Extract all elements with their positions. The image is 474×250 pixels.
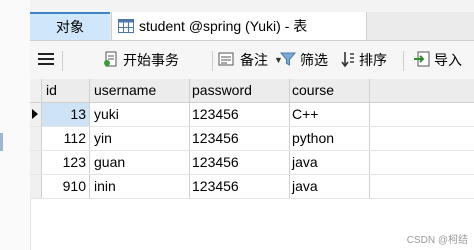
table-row[interactable]: 112 yin 123456 python	[30, 127, 474, 151]
sort-button[interactable]: 排序	[341, 41, 387, 79]
hamburger-icon	[38, 52, 54, 69]
table-grid-icon	[118, 19, 134, 33]
tab-bar: 对象 student @spring (Yuki) - 表	[30, 12, 474, 41]
column-header-password[interactable]: password	[190, 79, 290, 102]
row-indicator	[30, 175, 42, 198]
begin-transaction-button[interactable]: 开始事务	[103, 41, 179, 79]
cell-id[interactable]: 910	[42, 175, 90, 198]
cell-username[interactable]: guan	[90, 151, 190, 174]
table-header: id username password course	[30, 79, 474, 103]
cell-id[interactable]: 112	[42, 127, 90, 150]
data-grid: id username password course 13 yuki 1234…	[30, 79, 474, 199]
watermark: CSDN @柯结	[406, 235, 468, 246]
note-label: 备注	[240, 52, 268, 68]
sort-icon	[341, 51, 355, 70]
begin-transaction-label: 开始事务	[123, 52, 179, 68]
top-strip	[30, 0, 474, 12]
toolbar-divider	[403, 51, 404, 71]
cell-course[interactable]: C++	[290, 103, 370, 126]
app-window: 对象 student @spring (Yuki) - 表 开始事务 备注 ▼ …	[0, 0, 474, 250]
row-indicator	[30, 151, 42, 174]
row-indicator	[30, 103, 42, 126]
column-header-course[interactable]: course	[290, 79, 370, 102]
toolbar: 开始事务 备注 ▼ 筛选 排序 导入	[30, 41, 474, 80]
cell-username[interactable]: yuki	[90, 103, 190, 126]
table-row[interactable]: 123 guan 123456 java	[30, 151, 474, 175]
filter-icon	[279, 51, 297, 70]
column-header-id[interactable]: id	[42, 79, 90, 102]
sidebar-marker	[0, 133, 3, 151]
sort-label: 排序	[359, 52, 387, 68]
cell-course[interactable]: java	[290, 175, 370, 198]
cell-course[interactable]: java	[290, 151, 370, 174]
toolbar-divider	[212, 51, 213, 71]
cell-password[interactable]: 123456	[190, 175, 290, 198]
table-row[interactable]: 13 yuki 123456 C++	[30, 103, 474, 127]
cell-username[interactable]: yin	[90, 127, 190, 150]
import-button[interactable]: 导入	[414, 41, 462, 79]
note-icon	[218, 51, 236, 70]
cell-id[interactable]: 123	[42, 151, 90, 174]
tab-student-table[interactable]: student @spring (Yuki) - 表	[111, 12, 367, 40]
column-header-username[interactable]: username	[90, 79, 190, 102]
left-sidebar	[0, 0, 31, 250]
cell-password[interactable]: 123456	[190, 127, 290, 150]
header-indicator	[30, 79, 42, 102]
cell-password[interactable]: 123456	[190, 103, 290, 126]
import-label: 导入	[434, 52, 462, 68]
note-button[interactable]: 备注 ▼	[218, 41, 283, 79]
import-icon	[414, 51, 430, 70]
cell-course[interactable]: python	[290, 127, 370, 150]
tab-objects[interactable]: 对象	[30, 12, 110, 40]
filter-label: 筛选	[300, 52, 328, 68]
transaction-icon	[103, 51, 119, 70]
tab-objects-label: 对象	[56, 19, 84, 35]
filter-button[interactable]: 筛选	[279, 41, 328, 79]
cell-password[interactable]: 123456	[190, 151, 290, 174]
current-row-arrow-icon	[32, 109, 38, 119]
table-row[interactable]: 910 inin 123456 java	[30, 175, 474, 199]
menu-button[interactable]	[38, 41, 54, 79]
tab-student-table-label: student @spring (Yuki) - 表	[139, 18, 308, 34]
toolbar-divider	[62, 51, 63, 71]
row-indicator	[30, 127, 42, 150]
cell-username[interactable]: inin	[90, 175, 190, 198]
cell-id[interactable]: 13	[42, 103, 90, 126]
